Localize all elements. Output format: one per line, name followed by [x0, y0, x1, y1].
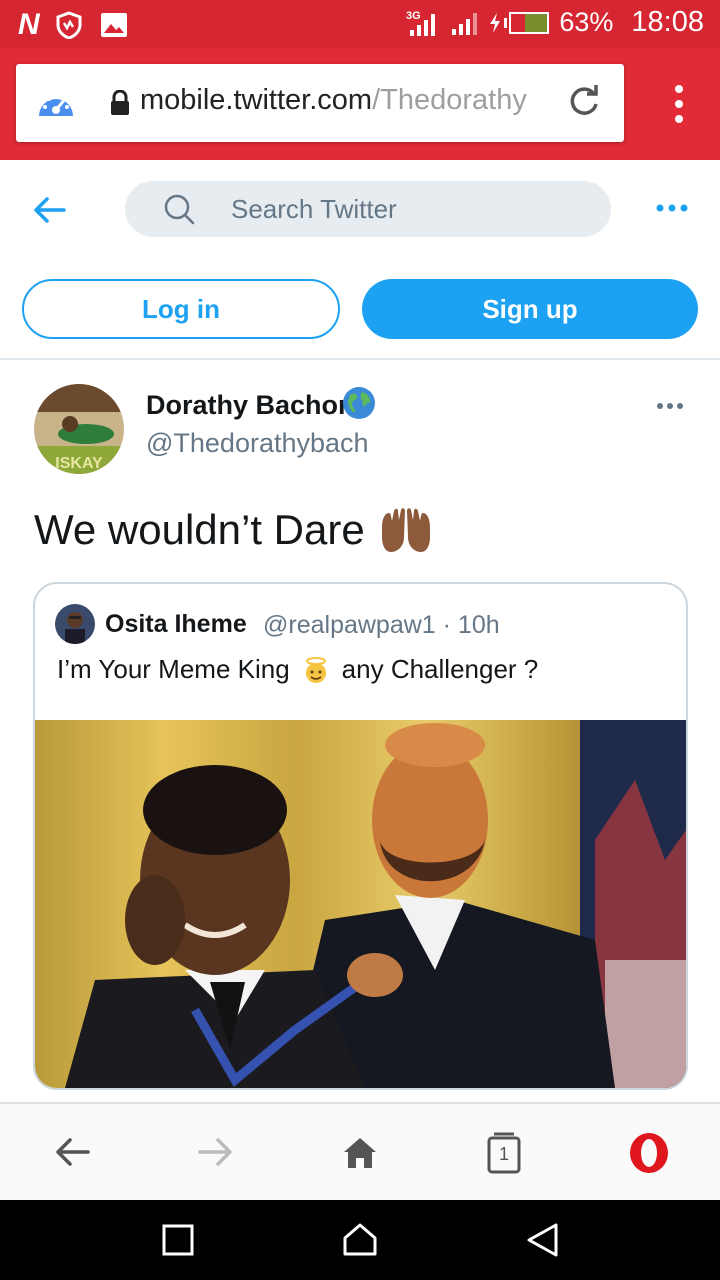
raising-hands-icon [381, 508, 430, 552]
more-options-icon[interactable] [656, 204, 688, 212]
reload-icon[interactable] [566, 84, 602, 120]
avatar[interactable]: ISKAY [34, 384, 124, 474]
svg-text:3G: 3G [406, 10, 421, 22]
recents-icon[interactable] [160, 1222, 196, 1258]
tab-count: 1 [498, 1144, 509, 1164]
login-button[interactable]: Log in [22, 279, 340, 339]
address-bar[interactable]: mobile.twitter.com/Thedorathy [16, 64, 624, 142]
home-icon[interactable] [340, 1132, 380, 1172]
globe-icon [343, 387, 375, 419]
forward-icon[interactable] [196, 1132, 236, 1172]
quote-author-meta: @realpawpaw1 · 10h [263, 611, 500, 639]
back-icon[interactable] [52, 1132, 92, 1172]
clock: 18:08 [631, 6, 704, 38]
image-notification-icon [100, 13, 127, 37]
signal-3g-icon: 3G [406, 10, 436, 36]
shield-icon [56, 11, 82, 39]
angel-icon [305, 656, 326, 683]
battery-percent: 63% [559, 7, 614, 37]
url-path: /Thedorathy [372, 84, 527, 116]
quoted-tweet[interactable]: Osita Iheme @realpawpaw1 · 10h I’m Your … [33, 582, 688, 1090]
quote-text-start: I’m Your Meme King [57, 654, 290, 684]
browser-menu-icon[interactable] [674, 84, 684, 124]
android-nav-bar [0, 1200, 720, 1280]
quote-text-end: any Challenger ? [341, 654, 539, 684]
meme-photo[interactable] [35, 720, 686, 1088]
quote-avatar[interactable] [55, 604, 95, 644]
search-input[interactable]: Search Twitter [125, 181, 611, 237]
back-arrow-icon[interactable] [30, 195, 70, 225]
tweet[interactable]: ISKAY Dorathy Bachor @Thedorathybach We … [0, 362, 720, 1102]
url-text: mobile.twitter.com/Thedorathy [140, 84, 560, 117]
avatar-banner-text: ISKAY [55, 455, 103, 472]
twitter-header: Search Twitter Log in Sign up [0, 160, 720, 360]
url-host: mobile.twitter.com [140, 84, 373, 116]
battery-icon [488, 11, 550, 34]
signal-icon [452, 12, 478, 35]
quote-author-name[interactable]: Osita Iheme [105, 610, 247, 639]
speed-dial-icon[interactable] [36, 86, 76, 122]
tweet-more-icon[interactable] [656, 402, 684, 410]
tweet-text: We wouldn’t Dare [34, 506, 433, 554]
author-name[interactable]: Dorathy Bachor [146, 390, 349, 421]
lock-icon [111, 90, 129, 115]
notification-app-icon: N [18, 8, 40, 41]
quote-text: I’m Your Meme King any Challenger ? [57, 654, 538, 685]
android-back-icon[interactable] [524, 1222, 560, 1258]
opera-icon[interactable] [628, 1132, 670, 1174]
search-placeholder: Search Twitter [231, 194, 397, 224]
browser-toolbar: mobile.twitter.com/Thedorathy [0, 48, 720, 160]
charging-icon [490, 12, 501, 33]
signup-button[interactable]: Sign up [362, 279, 698, 339]
tabs-icon[interactable]: 1 [484, 1132, 524, 1174]
search-icon [164, 194, 195, 225]
author-handle[interactable]: @Thedorathybach [146, 428, 369, 459]
status-bar: N 3G 63% 18:08 [0, 0, 720, 48]
android-home-icon[interactable] [342, 1222, 378, 1258]
browser-bottom-nav: 1 [0, 1102, 720, 1200]
tweet-body: We wouldn’t Dare [34, 506, 365, 553]
